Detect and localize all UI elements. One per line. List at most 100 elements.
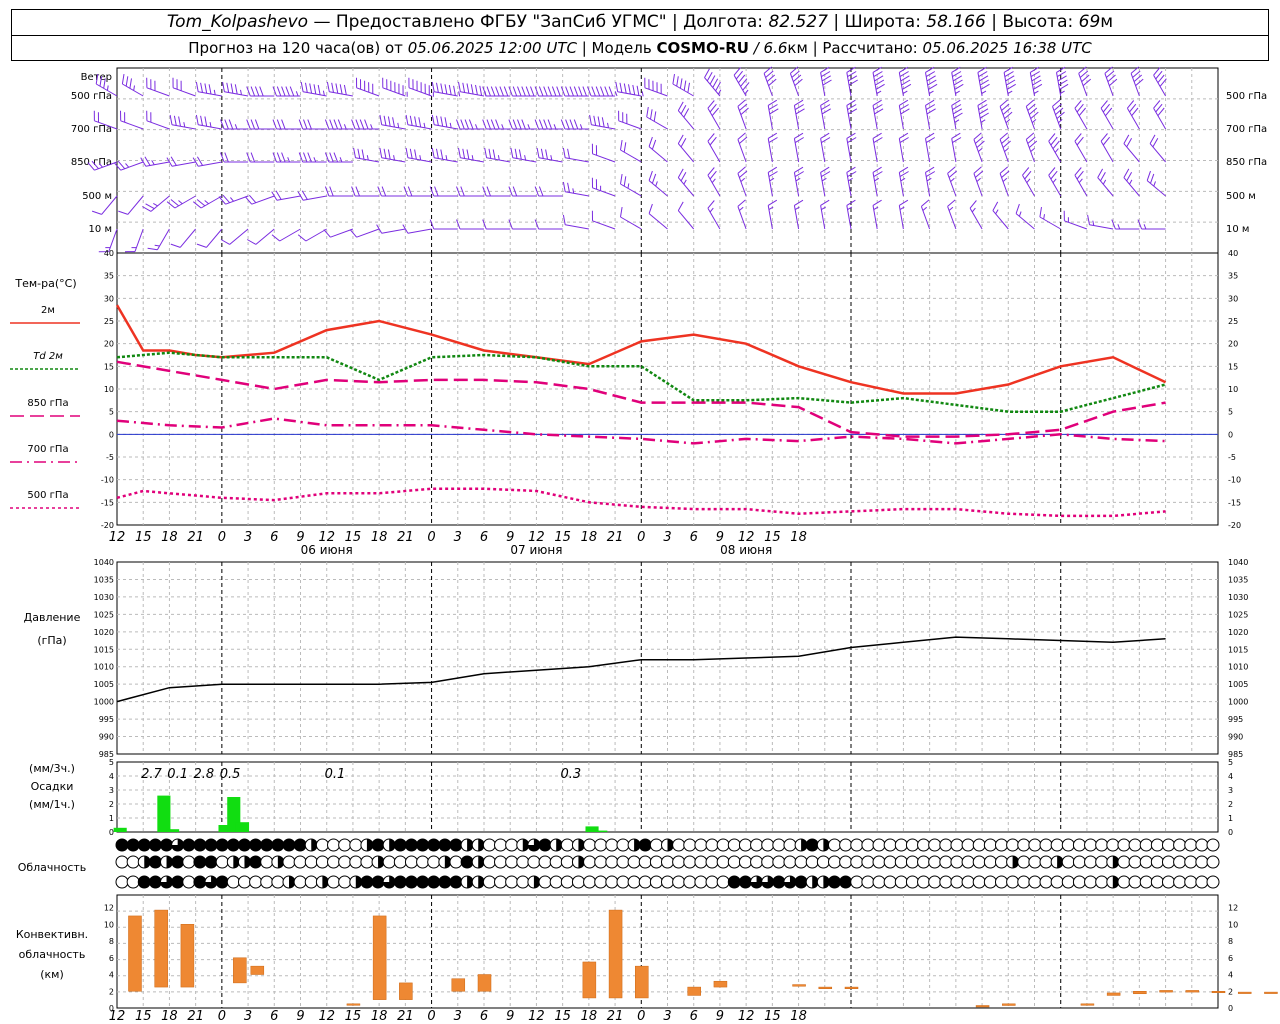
cloud-circle	[983, 838, 997, 852]
cloud-circle	[404, 838, 418, 852]
cloud-circle	[638, 855, 652, 869]
wind-barb	[300, 81, 327, 97]
cloud-circle	[1161, 875, 1175, 889]
cloud-circle	[649, 838, 663, 852]
wind-barb	[1078, 66, 1092, 97]
wind-barb	[482, 86, 511, 97]
cloud-circle	[750, 838, 764, 852]
cloud-circle	[260, 855, 274, 869]
conv-ytick-right: 8	[1228, 937, 1233, 946]
temp-axis-hour-label: 18	[581, 530, 598, 545]
wind-barb	[376, 224, 406, 234]
cloud-circle	[961, 838, 975, 852]
conv-axis-hour-label: 15	[764, 1009, 781, 1024]
cloud-circle	[171, 875, 185, 889]
wind-barb	[271, 190, 301, 201]
cloud-circle	[616, 855, 630, 869]
cloud-circle	[538, 875, 552, 889]
conv-axis-hour-label: 18	[371, 1009, 388, 1024]
wind-barb	[951, 99, 963, 130]
temp-ytick-right: 20	[1228, 340, 1238, 349]
cloud-circle	[1161, 838, 1175, 852]
cloud-circle	[961, 875, 975, 889]
wind-barb	[508, 86, 537, 97]
conv-cloud-bar	[975, 1005, 990, 1008]
cloud-circle	[805, 855, 819, 869]
wind-barb	[246, 119, 275, 130]
wind-level-left: 10 м	[89, 224, 112, 235]
cloud-circle	[594, 855, 608, 869]
pressure-ytick-right: 1000	[1228, 698, 1248, 707]
wind-barb	[591, 210, 616, 230]
wind-barb	[977, 66, 990, 97]
conv-axis-hour-label: 18	[161, 1009, 178, 1024]
cloud-circle	[1117, 855, 1131, 869]
wind-barb	[402, 224, 432, 234]
wind-barb	[405, 114, 432, 130]
wind-barb	[172, 77, 196, 97]
cloud-circle	[338, 838, 352, 852]
cloud-circle	[649, 875, 663, 889]
wind-barb	[382, 77, 408, 97]
precip-ytick-right: 3	[1228, 786, 1233, 795]
cloud-circle	[794, 855, 808, 869]
cloud-circle	[1128, 855, 1142, 869]
conv-cloud-bar	[477, 974, 492, 992]
wind-barb	[648, 170, 668, 197]
wind-barb	[431, 114, 458, 130]
cloud-circle	[1061, 855, 1075, 869]
cloud-circle	[750, 855, 764, 869]
precip-ytick-right: 1	[1228, 814, 1233, 823]
cloud-circle	[449, 875, 463, 889]
pressure-ytick-left: 990	[99, 733, 114, 742]
cloud-circle	[549, 875, 563, 889]
conv-axis-hour-label: 0	[218, 1009, 226, 1024]
wind-barb	[1123, 168, 1140, 197]
cloud-circle	[226, 875, 240, 889]
precip-panel-frame	[116, 761, 1219, 833]
cloud-circle	[304, 855, 318, 869]
wind-barb	[1029, 66, 1043, 97]
temp-ytick-left: 35	[104, 272, 114, 281]
cloud-circle	[905, 875, 919, 889]
pressure-ytick-left: 1025	[94, 610, 114, 619]
conv-cloud-bar	[792, 984, 806, 987]
cloud-circle	[438, 838, 452, 852]
temp-ytick-right: -20	[1228, 521, 1241, 530]
cloud-circle	[950, 838, 964, 852]
wind-barb	[1097, 168, 1114, 197]
temp-title: Тем-ра(°С)	[14, 277, 76, 290]
cloud-circle	[972, 875, 986, 889]
wind-barb	[898, 99, 910, 130]
wind-barb	[1015, 203, 1035, 230]
cloud-circle	[304, 875, 318, 889]
wind-barb	[620, 174, 642, 197]
conv-cloud-bar	[582, 961, 597, 999]
cloud-circle	[260, 875, 274, 889]
cloud-circle	[794, 875, 808, 889]
cloud-circle	[605, 838, 619, 852]
wind-barb	[166, 195, 196, 209]
cloud-circle	[416, 855, 430, 869]
cloud-circle	[583, 855, 597, 869]
wind-barb	[195, 114, 222, 130]
cloud-circle	[516, 875, 530, 889]
pressure-ytick-left: 1000	[94, 698, 114, 707]
cloud-circle	[939, 855, 953, 869]
conv-axis-hour-label: 9	[296, 1009, 304, 1024]
cloud-circle	[226, 838, 240, 852]
cloud-circle	[672, 838, 686, 852]
temp-ytick-left: 25	[104, 317, 114, 326]
cloud-circle	[282, 838, 296, 852]
wind-barb	[140, 156, 170, 167]
cloud-circle	[694, 875, 708, 889]
cloud-circle	[972, 838, 986, 852]
conv-cloud-bar	[154, 909, 168, 988]
wind-barb	[973, 132, 985, 163]
cloud-circle	[583, 875, 597, 889]
cloud-circle	[661, 875, 674, 889]
cloud-circle	[583, 838, 597, 852]
wind-barb	[142, 195, 170, 212]
cloud-circle	[627, 875, 641, 889]
cloud-circle	[939, 838, 953, 852]
